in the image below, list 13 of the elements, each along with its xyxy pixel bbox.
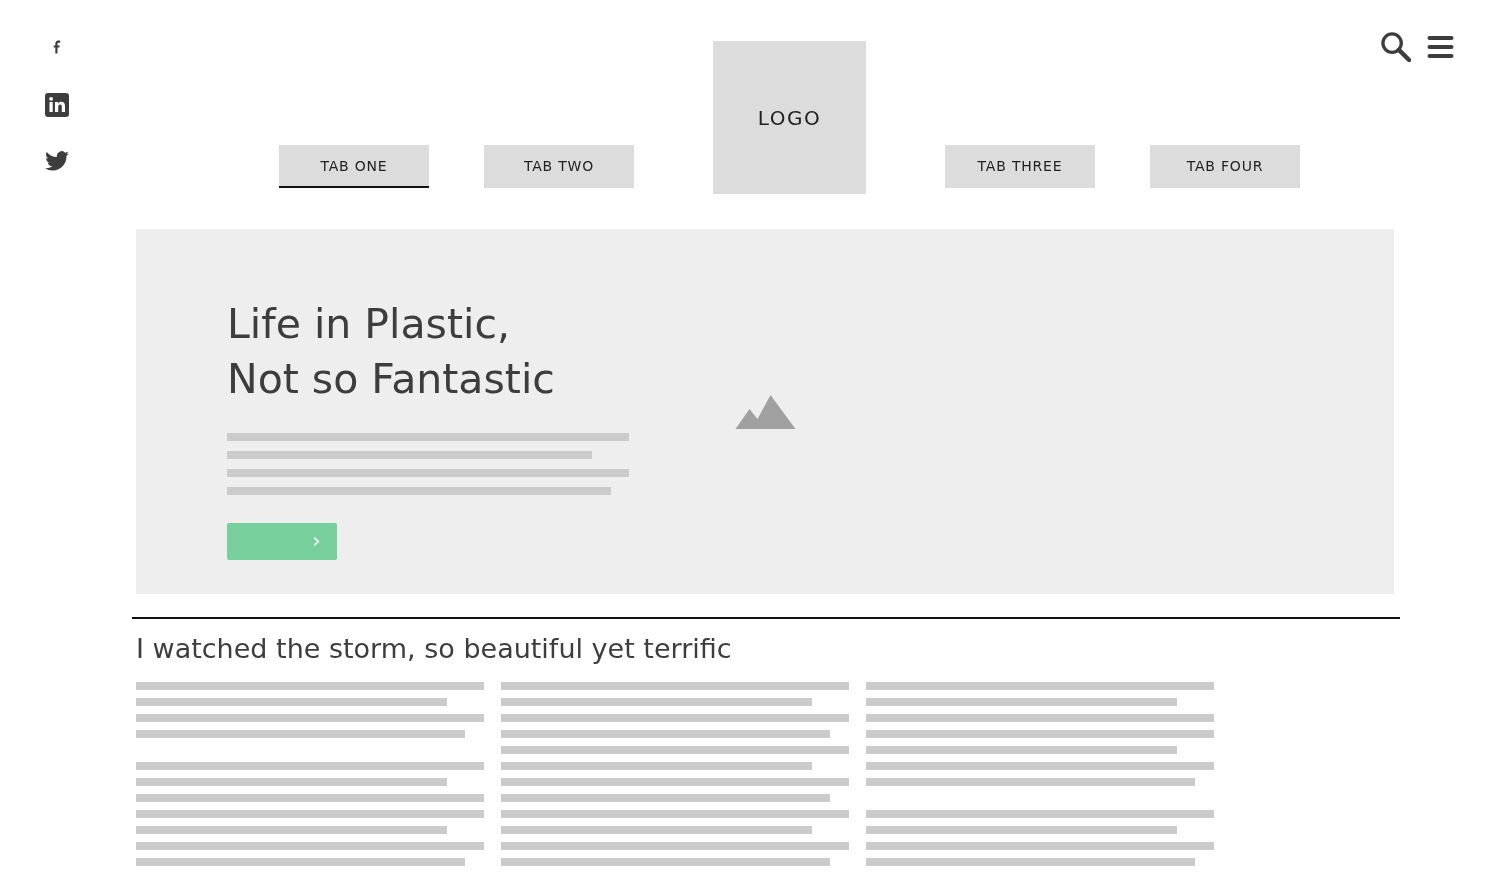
hero-title: Life in Plastic, Not so Fantastic <box>227 299 556 405</box>
bird-icon[interactable] <box>45 151 69 171</box>
nav-tab[interactable]: TAB TWO <box>484 145 634 188</box>
menu-icon[interactable] <box>1427 35 1454 58</box>
mountain-icon <box>735 395 796 429</box>
linkedin-icon[interactable] <box>45 93 69 117</box>
chevron-icon <box>313 536 320 547</box>
section-heading: I watched the storm, so beautiful yet terrific <box>136 632 733 666</box>
search-icon[interactable] <box>1380 31 1411 62</box>
logo-placeholder[interactable]: LOGO <box>713 41 866 194</box>
nav-tab[interactable]: TAB FOUR <box>1150 145 1300 188</box>
nav-tab[interactable]: TAB ONE <box>279 145 429 188</box>
nav-tab[interactable]: TAB THREE <box>945 145 1095 188</box>
